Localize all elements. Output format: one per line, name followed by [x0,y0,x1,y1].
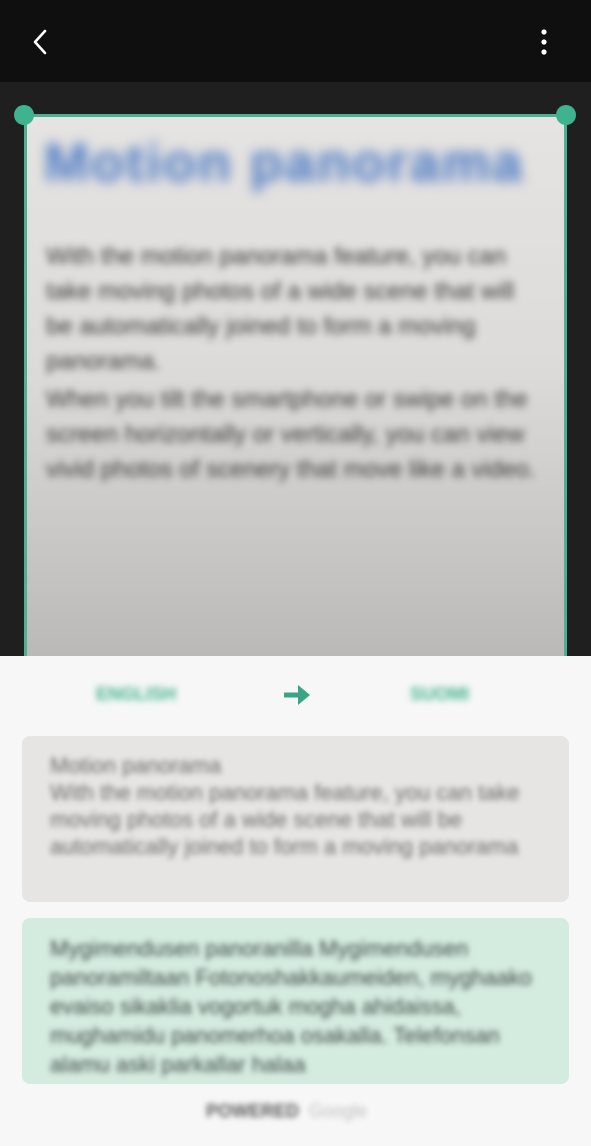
source-language-button[interactable]: ENGLISH [96,684,186,708]
more-vert-icon [541,29,547,55]
app-bar [0,0,591,82]
more-options-button[interactable] [526,24,562,60]
crop-handle-top-left[interactable] [14,105,34,125]
crop-frame [24,114,567,656]
arrow-right-icon [284,685,310,705]
powered-by-attribution: POWERED Google [206,1101,386,1125]
translated-text-card[interactable]: Mygimendusen panoranilla Mygimendusen pa… [22,918,569,1084]
camera-viewfinder[interactable]: Motion panorama With the motion panorama… [0,82,591,656]
source-text: Motion panorama With the motion panorama… [50,753,520,859]
back-arrow-icon [33,29,47,55]
translation-panel: ENGLISH SUOMI Motion panorama With the m… [0,656,591,1146]
powered-by-label: POWERED [206,1101,300,1121]
back-button[interactable] [22,24,58,60]
crop-handle-top-right[interactable] [556,105,576,125]
google-brand-label: Google [309,1101,368,1121]
source-text-card[interactable]: Motion panorama With the motion panorama… [22,736,569,902]
target-language-button[interactable]: SUOMI [410,684,500,708]
swap-languages-button[interactable] [282,682,312,708]
translated-text: Mygimendusen panoranilla Mygimendusen pa… [50,936,532,1077]
